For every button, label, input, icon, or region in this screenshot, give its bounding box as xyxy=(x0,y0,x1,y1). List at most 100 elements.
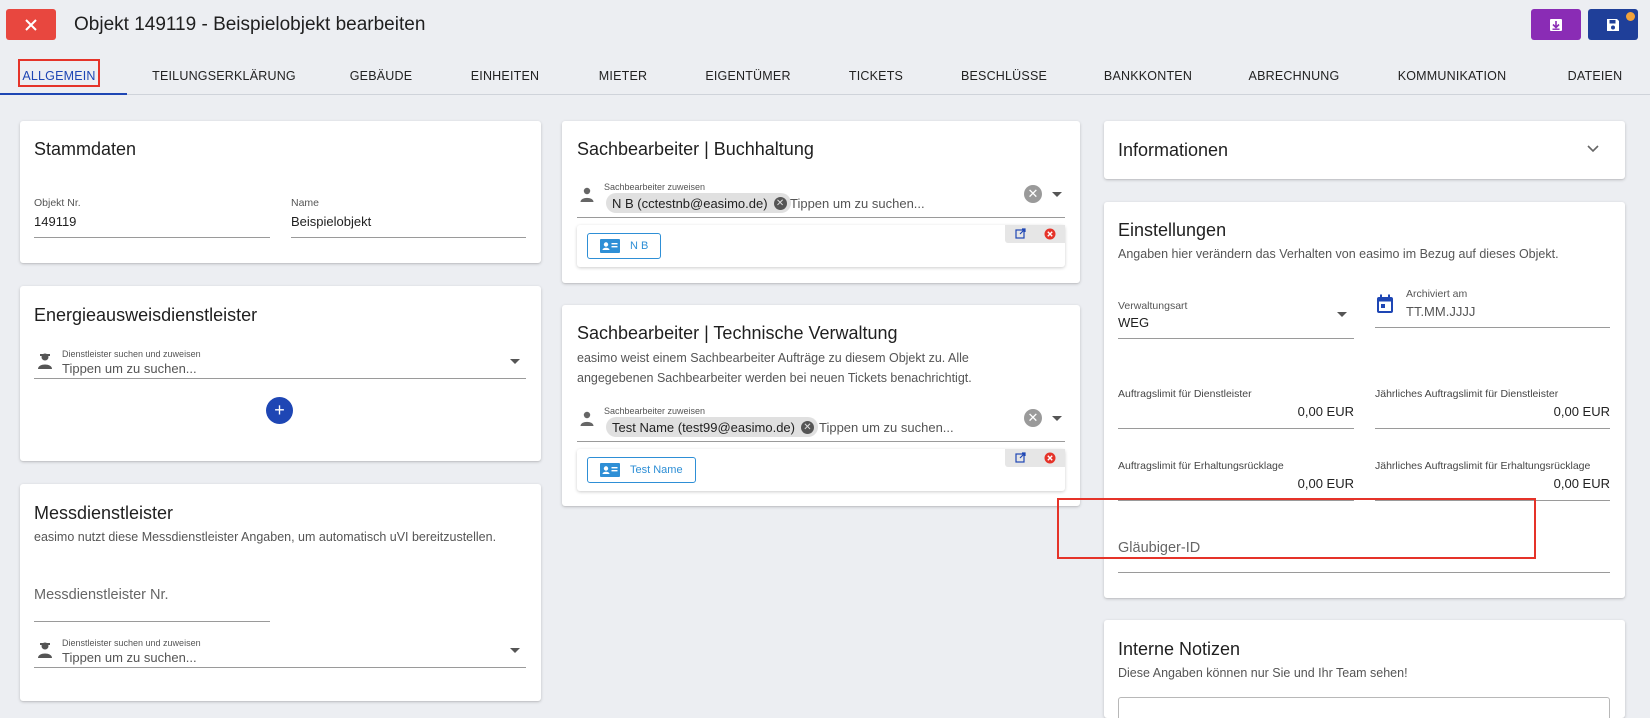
page-title: Objekt 149119 - Beispielobjekt bearbeite… xyxy=(74,14,426,35)
dropdown-icon[interactable] xyxy=(510,648,520,653)
name-field[interactable]: Beispielobjekt xyxy=(291,214,371,229)
open-external-icon[interactable] xyxy=(1015,452,1026,463)
sachbearbeiter-assign-label: Sachbearbeiter zuweisen xyxy=(604,182,706,192)
close-icon xyxy=(25,18,37,31)
auftragslimit-dienstleister-label: Auftragslimit für Dienstleister xyxy=(1118,388,1252,400)
name-label: Name xyxy=(291,197,320,209)
technische-verwaltung-subtitle: easimo weist einem Sachbearbeiter Aufträ… xyxy=(577,351,972,385)
interne-notizen-title: Interne Notizen xyxy=(1118,639,1241,659)
person-card-button[interactable]: N B xyxy=(587,233,662,259)
chip-remove-icon[interactable]: ✕ xyxy=(773,196,787,210)
tab-bar: Allgemein Teilungserklärung Gebäude Einh… xyxy=(0,56,1650,95)
assigned-person-panel: Test Name xyxy=(577,449,1065,491)
auftragslimit-erhaltungsruecklage-label: Auftragslimit für Erhaltungsrücklage xyxy=(1118,460,1284,472)
sachbearbeiter-search-input[interactable]: Tippen um zu suchen... xyxy=(790,196,925,211)
auftragslimit-dienstleister-underline xyxy=(1118,428,1354,429)
tab-eigentuemer[interactable]: Eigentümer xyxy=(700,56,796,95)
app-header: Objekt 149119 - Beispielobjekt bearbeite… xyxy=(0,0,1650,50)
assigned-person-panel: N B xyxy=(577,225,1065,267)
technische-verwaltung-title: Sachbearbeiter | Technische Verwaltung xyxy=(577,323,898,343)
save-button[interactable] xyxy=(1588,9,1638,40)
messdienstleister-nr-input[interactable]: Messdienstleister Nr. xyxy=(34,587,169,603)
objekt-nr-label: Objekt Nr. xyxy=(34,197,81,209)
download-button[interactable] xyxy=(1531,9,1581,40)
person-icon xyxy=(580,187,594,202)
person-name: N B xyxy=(630,240,649,252)
messdienstleister-title: Messdienstleister xyxy=(34,503,174,523)
glaeubiger-id-underline xyxy=(1118,572,1610,573)
contact-card-icon xyxy=(600,239,620,253)
dienstleister-search-label: Dienstleister suchen und zuweisen xyxy=(62,638,201,648)
chip-label: Test Name (test99@easimo.de) xyxy=(612,419,795,435)
search-underline xyxy=(577,441,1065,442)
tab-tickets[interactable]: Tickets xyxy=(838,56,914,95)
auftragslimit-dienstleister-input[interactable]: 0,00 EUR xyxy=(1118,404,1354,419)
messdienstleister-subtitle: easimo nutzt diese Messdienstleister Ang… xyxy=(34,530,497,544)
chip-label: N B (cctestnb@easimo.de) xyxy=(612,195,768,211)
objekt-nr-field[interactable]: 149119 xyxy=(34,214,76,229)
dropdown-icon[interactable] xyxy=(1337,312,1347,317)
person-icon xyxy=(580,411,594,426)
tab-allgemein[interactable]: Allgemein xyxy=(18,56,100,95)
calendar-icon[interactable] xyxy=(1376,294,1394,314)
person-name: Test Name xyxy=(630,464,683,476)
auftragslimit-erhaltungsruecklage-input[interactable]: 0,00 EUR xyxy=(1118,476,1354,491)
save-icon xyxy=(1607,18,1619,31)
verwaltungsart-underline xyxy=(1118,338,1354,339)
interne-notizen-textarea[interactable] xyxy=(1118,697,1610,718)
informationen-card[interactable]: Informationen xyxy=(1104,121,1625,179)
technische-verwaltung-card: Sachbearbeiter | Technische Verwaltung e… xyxy=(562,305,1080,506)
stammdaten-card: Stammdaten Objekt Nr. 149119 Name Beispi… xyxy=(20,121,541,263)
sachbearbeiter-search-input[interactable]: Tippen um zu suchen... xyxy=(819,420,954,435)
jaehrliches-auftragslimit-erhaltungsruecklage-input[interactable]: 0,00 EUR xyxy=(1375,476,1610,491)
dienstleister-search-input[interactable]: Tippen um zu suchen... xyxy=(62,650,197,665)
archiviert-date-input[interactable]: TT.MM.JJJJ xyxy=(1406,304,1475,319)
verwaltungsart-label: Verwaltungsart xyxy=(1118,300,1188,312)
contact-card-icon xyxy=(600,463,620,477)
assigned-chip[interactable]: N B (cctestnb@easimo.de) ✕ xyxy=(606,193,791,213)
add-dienstleister-button[interactable]: + xyxy=(266,397,293,424)
highlight-box xyxy=(1057,498,1536,559)
assigned-toolbar xyxy=(1005,449,1065,467)
tab-kommunikation[interactable]: Kommunikation xyxy=(1392,56,1512,95)
unsaved-badge xyxy=(1626,12,1635,21)
messdienstleister-card: Messdienstleister easimo nutzt diese Mes… xyxy=(20,484,541,701)
remove-icon[interactable] xyxy=(1044,452,1056,464)
tab-dateien[interactable]: Dateien xyxy=(1560,56,1630,95)
interne-notizen-subtitle: Diese Angaben können nur Sie und Ihr Tea… xyxy=(1118,666,1408,680)
plus-icon: + xyxy=(274,400,285,420)
jaehrliches-auftragslimit-dienstleister-label: Jährliches Auftragslimit für Dienstleist… xyxy=(1375,388,1559,400)
tab-gebaeude[interactable]: Gebäude xyxy=(340,56,422,95)
archiviert-underline xyxy=(1375,327,1610,328)
jaehrliches-auftragslimit-erhaltungsruecklage-label: Jährliches Auftragslimit für Erhaltungsr… xyxy=(1375,460,1591,472)
name-underline xyxy=(291,237,526,238)
chip-remove-icon[interactable]: ✕ xyxy=(801,420,814,434)
open-external-icon[interactable] xyxy=(1015,228,1026,239)
search-underline xyxy=(34,378,526,379)
dropdown-icon[interactable] xyxy=(510,359,520,364)
messdienstleister-nr-underline xyxy=(34,621,270,622)
clear-icon[interactable]: ✕ xyxy=(1024,409,1042,427)
close-button[interactable] xyxy=(6,9,56,40)
tab-einheiten[interactable]: Einheiten xyxy=(460,56,550,95)
download-icon xyxy=(1550,18,1562,31)
assigned-chip[interactable]: Test Name (test99@easimo.de) ✕ xyxy=(606,417,818,437)
dropdown-icon[interactable] xyxy=(1052,416,1062,421)
verwaltungsart-select[interactable]: WEG xyxy=(1118,315,1149,330)
clear-icon[interactable]: ✕ xyxy=(1024,185,1042,203)
informationen-title: Informationen xyxy=(1118,140,1229,160)
tab-beschluesse[interactable]: Beschlüsse xyxy=(956,56,1052,95)
tab-abrechnung[interactable]: Abrechnung xyxy=(1242,56,1346,95)
tab-bankkonten[interactable]: Bankkonten xyxy=(1096,56,1200,95)
chevron-down-icon[interactable] xyxy=(1587,145,1599,153)
energieausweis-card: Energieausweisdienstleister Dienstleiste… xyxy=(20,286,541,461)
tab-mieter[interactable]: Mieter xyxy=(588,56,658,95)
dropdown-icon[interactable] xyxy=(1052,192,1062,197)
einstellungen-title: Einstellungen xyxy=(1118,220,1227,240)
tab-teilungserklaerung[interactable]: Teilungserklärung xyxy=(148,56,300,95)
einstellungen-subtitle: Angaben hier verändern das Verhalten von… xyxy=(1118,247,1559,261)
remove-icon[interactable] xyxy=(1044,228,1056,240)
person-card-button[interactable]: Test Name xyxy=(587,457,696,483)
jaehrliches-auftragslimit-dienstleister-input[interactable]: 0,00 EUR xyxy=(1375,404,1610,419)
dienstleister-search-input[interactable]: Tippen um zu suchen... xyxy=(62,361,197,376)
